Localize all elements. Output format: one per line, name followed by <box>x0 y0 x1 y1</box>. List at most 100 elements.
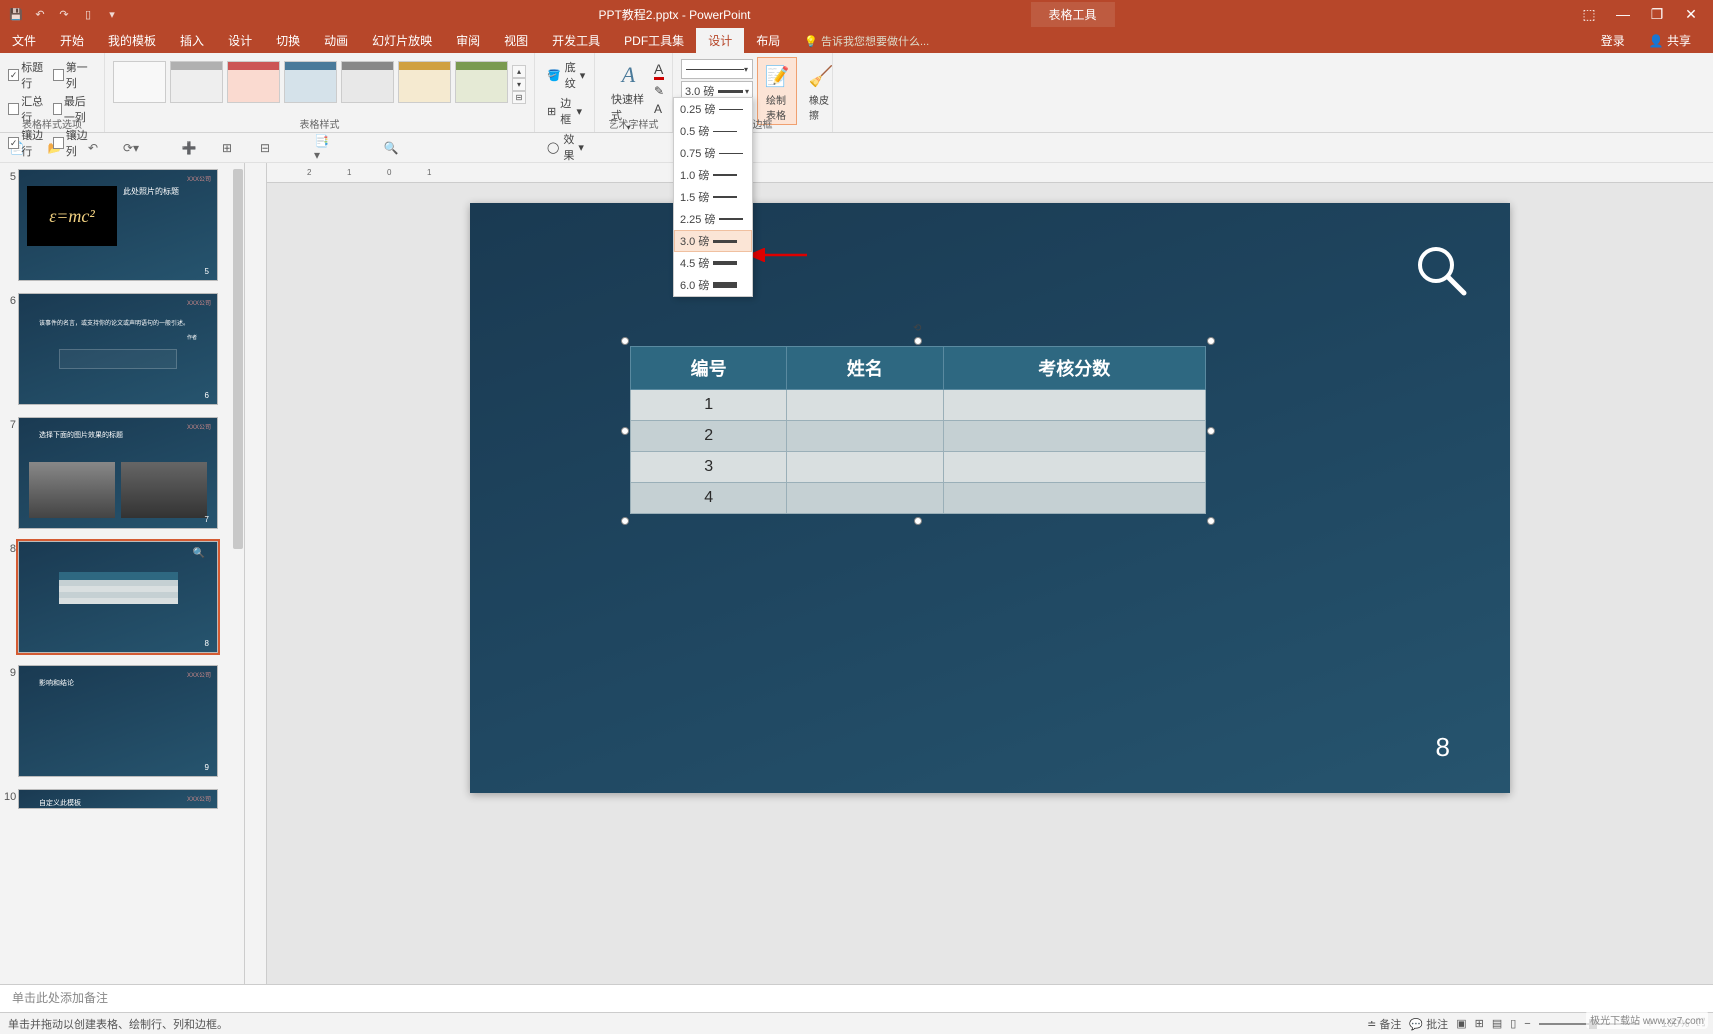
resize-handle[interactable] <box>1207 427 1215 435</box>
table-style-swatch[interactable] <box>398 61 451 103</box>
slide-thumbnail-8[interactable]: 🔍 8 <box>18 541 218 653</box>
slide-thumbnail-9[interactable]: XXX公司 影响和结论 9 <box>18 665 218 777</box>
table-style-swatch[interactable] <box>170 61 223 103</box>
insert-icon[interactable]: ➕ <box>180 139 198 157</box>
zoom-out-icon[interactable]: − <box>1524 1018 1530 1030</box>
close-button[interactable]: ✕ <box>1679 4 1703 24</box>
text-outline-dropdown[interactable]: ✎ <box>654 84 664 98</box>
table-style-swatch[interactable] <box>227 61 280 103</box>
notes-pane[interactable]: 单击此处添加备注 <box>0 984 1713 1012</box>
qat-more-icon[interactable]: ▾ <box>104 6 120 22</box>
zoom-icon[interactable]: 🔍 <box>382 139 400 157</box>
notes-toggle[interactable]: ≐ 备注 <box>1367 1016 1401 1032</box>
gallery-up-icon[interactable]: ▴ <box>512 65 526 78</box>
tab-design[interactable]: 设计 <box>216 28 264 53</box>
tab-slideshow[interactable]: 幻灯片放映 <box>360 28 444 53</box>
eraser-button[interactable]: 🧹 橡皮擦 <box>801 57 841 125</box>
checkbox-banded-cols[interactable]: 镶边列 <box>53 127 97 159</box>
formula-image: ε=mc² <box>27 186 117 246</box>
slide-panel-scrollbar[interactable] <box>232 163 244 984</box>
resize-handle[interactable] <box>1207 337 1215 345</box>
save-icon[interactable]: 💾 <box>8 6 24 22</box>
undo-icon[interactable]: ↶ <box>32 6 48 22</box>
table-style-swatch[interactable] <box>455 61 508 103</box>
shading-dropdown[interactable]: 🪣底纹 ▾ <box>543 57 586 93</box>
notes-placeholder: 单击此处添加备注 <box>12 991 108 1005</box>
group-table-styles: ▴ ▾ ⊟ 表格样式 <box>105 53 535 132</box>
tab-developer[interactable]: 开发工具 <box>540 28 612 53</box>
slide-thumbnail-6[interactable]: XXX公司 该事件的名言，或支持你的论文或声明语句的一般引述。 作者 6 <box>18 293 218 405</box>
rotate-handle[interactable]: ⟲ <box>913 323 923 333</box>
tab-review[interactable]: 审阅 <box>444 28 492 53</box>
tab-templates[interactable]: 我的模板 <box>96 28 168 53</box>
slideshow-view-icon[interactable]: ▯ <box>1510 1017 1516 1030</box>
scrollbar-thumb[interactable] <box>233 169 243 549</box>
insert-layout-icon[interactable]: ⊞ <box>218 139 236 157</box>
resize-handle[interactable] <box>621 427 629 435</box>
paint-bucket-icon: 🪣 <box>547 68 561 82</box>
checkbox-first-col[interactable]: 第一列 <box>53 59 97 91</box>
login-link[interactable]: 登录 <box>1589 28 1637 53</box>
effects-dropdown[interactable]: ◯效果 ▾ <box>543 129 586 165</box>
checkbox-header-row[interactable]: 标题行 <box>8 59 52 91</box>
weight-option[interactable]: 0.5 磅 <box>674 120 752 142</box>
tab-animations[interactable]: 动画 <box>312 28 360 53</box>
display-options-icon[interactable]: ⬚ <box>1577 4 1601 24</box>
maximize-button[interactable]: ❐ <box>1645 4 1669 24</box>
text-effects-dropdown[interactable]: A <box>654 102 664 116</box>
tab-transitions[interactable]: 切换 <box>264 28 312 53</box>
share-button[interactable]: 👤 共享 <box>1637 28 1703 53</box>
weight-option[interactable]: 4.5 磅 <box>674 252 752 274</box>
minimize-button[interactable]: — <box>1611 4 1635 24</box>
refresh-icon[interactable]: ⟳▾ <box>122 139 140 157</box>
draw-table-button[interactable]: 📝 绘制表格 <box>757 57 797 125</box>
redo-icon[interactable]: ↷ <box>56 6 72 22</box>
slide-thumbnail-10[interactable]: XXX公司 自定义此模板 <box>18 789 218 809</box>
text-fill-dropdown[interactable]: A <box>654 61 664 80</box>
slide-sorter-icon[interactable]: ⊞ <box>1475 1017 1484 1030</box>
gallery-more-icon[interactable]: ⊟ <box>512 91 526 104</box>
effects-icon: ◯ <box>547 140 559 154</box>
draw-table-icon: 📝 <box>761 60 793 92</box>
comments-toggle[interactable]: 💬 批注 <box>1409 1016 1448 1032</box>
weight-option[interactable]: 6.0 磅 <box>674 274 752 296</box>
horizontal-ruler: 2101 <box>267 163 1713 183</box>
tab-pdf-tools[interactable]: PDF工具集 <box>612 28 696 53</box>
weight-option[interactable]: 1.5 磅 <box>674 186 752 208</box>
weight-option[interactable]: 1.0 磅 <box>674 164 752 186</box>
slide-thumbnail-7[interactable]: XXX公司 选择下面的图片效果的标题 7 <box>18 417 218 529</box>
reading-view-icon[interactable]: ▤ <box>1492 1017 1502 1030</box>
table-style-swatch[interactable] <box>341 61 394 103</box>
checkbox-banded-rows[interactable]: 镶边行 <box>8 127 52 159</box>
group-borders-shading: 🪣底纹 ▾ ⊞边框 ▾ ◯效果 ▾ <box>535 53 595 132</box>
resize-handle[interactable] <box>621 517 629 525</box>
delete-icon[interactable]: ⊟ <box>256 139 274 157</box>
weight-option-selected[interactable]: 3.0 磅 <box>674 230 752 252</box>
slide-panel[interactable]: 5 XXX公司 ε=mc² 此处照片的标题 5 6 XXX公司 该事件的名言，或… <box>0 163 245 984</box>
slide-canvas[interactable]: 编号 姓名 考核分数 1 2 3 4 ⟲ <box>470 203 1510 793</box>
resize-handle[interactable] <box>914 337 922 345</box>
status-text: 单击并拖动以创建表格、绘制行、列和边框。 <box>8 1016 228 1032</box>
resize-handle[interactable] <box>1207 517 1215 525</box>
start-slideshow-icon[interactable]: ▯ <box>80 6 96 22</box>
table-style-swatch[interactable] <box>284 61 337 103</box>
secondary-toolbar: 📄 📂 ↶ ⟳▾ ➕ ⊞ ⊟ 📑▾ 🔍 <box>0 133 1713 163</box>
borders-dropdown[interactable]: ⊞边框 ▾ <box>543 93 586 129</box>
tab-home[interactable]: 开始 <box>48 28 96 53</box>
tab-insert[interactable]: 插入 <box>168 28 216 53</box>
table-style-swatch[interactable] <box>113 61 166 103</box>
tab-view[interactable]: 视图 <box>492 28 540 53</box>
weight-option[interactable]: 0.25 磅 <box>674 98 752 120</box>
tab-file[interactable]: 文件 <box>0 28 48 53</box>
slide-thumbnail-5[interactable]: XXX公司 ε=mc² 此处照片的标题 5 <box>18 169 218 281</box>
weight-option[interactable]: 2.25 磅 <box>674 208 752 230</box>
tab-table-design[interactable]: 设计 <box>696 28 744 53</box>
resize-handle[interactable] <box>914 517 922 525</box>
weight-option[interactable]: 0.75 磅 <box>674 142 752 164</box>
sections-icon[interactable]: 📑▾ <box>314 139 332 157</box>
resize-handle[interactable] <box>621 337 629 345</box>
normal-view-icon[interactable]: ▣ <box>1456 1017 1466 1030</box>
tab-table-layout[interactable]: 布局 <box>744 28 792 53</box>
gallery-down-icon[interactable]: ▾ <box>512 78 526 91</box>
pen-style-dropdown[interactable]: ▾ <box>681 59 753 79</box>
